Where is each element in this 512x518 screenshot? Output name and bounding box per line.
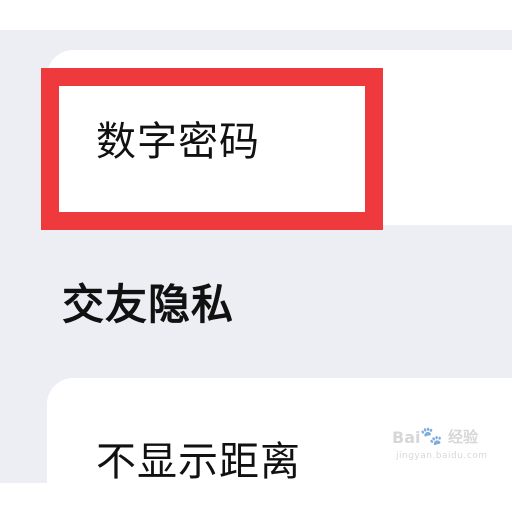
baidu-jingyan-watermark: Bai 🐾 经验 jingyan.baidu.com bbox=[392, 428, 504, 466]
watermark-brand: Bai bbox=[392, 428, 421, 447]
highlight-annotation-box bbox=[41, 68, 383, 230]
top-strip bbox=[0, 0, 512, 30]
watermark-url: jingyan.baidu.com bbox=[396, 451, 488, 461]
hide-distance-option[interactable]: 不显示距离 bbox=[96, 442, 301, 482]
paw-icon: 🐾 bbox=[420, 426, 443, 447]
watermark-jingyan: 经验 bbox=[448, 428, 479, 446]
social-privacy-section-title: 交友隐私 bbox=[62, 280, 235, 329]
